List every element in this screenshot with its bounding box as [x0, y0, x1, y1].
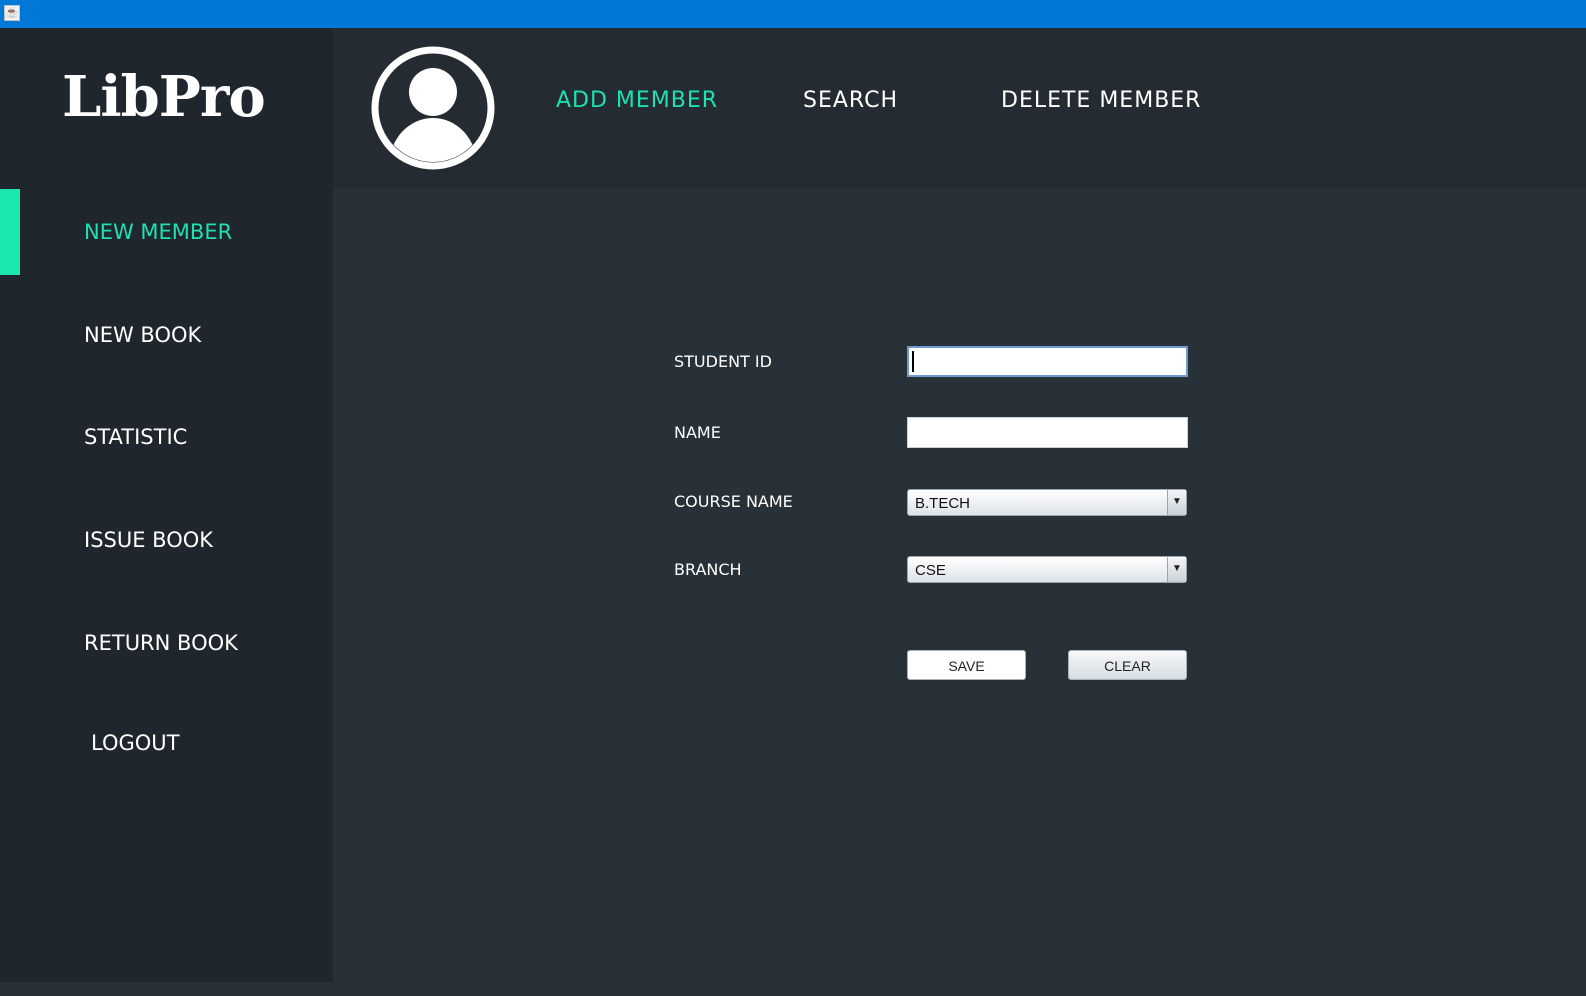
tab-search[interactable]: SEARCH — [803, 88, 898, 113]
branch-value: CSE — [915, 562, 946, 579]
clear-button[interactable]: CLEAR — [1068, 650, 1187, 680]
sidebar: LibPro NEW MEMBER NEW BOOK STATISTIC ISS… — [0, 28, 333, 982]
student-id-label: STUDENT ID — [674, 352, 772, 371]
tab-add-member[interactable]: ADD MEMBER — [556, 88, 718, 113]
sidebar-item-statistic[interactable]: STATISTIC — [84, 425, 187, 449]
branch-label: BRANCH — [674, 560, 742, 579]
tab-delete-member[interactable]: DELETE MEMBER — [1001, 88, 1201, 113]
sidebar-item-logout[interactable]: LOGOUT — [91, 731, 179, 755]
sidebar-item-issue-book[interactable]: ISSUE BOOK — [84, 528, 213, 552]
app-logo: LibPro — [62, 64, 266, 130]
student-id-field[interactable] — [907, 346, 1188, 377]
text-caret — [912, 351, 914, 372]
course-name-label: COURSE NAME — [674, 492, 793, 511]
user-profile-icon — [371, 46, 495, 170]
chevron-down-icon[interactable]: ▼ — [1167, 557, 1186, 582]
java-cup-icon[interactable]: ☕ — [4, 5, 20, 21]
branch-select[interactable]: CSE ▼ — [907, 556, 1187, 583]
top-bar — [333, 28, 1586, 188]
course-name-value: B.TECH — [915, 495, 971, 512]
name-field[interactable] — [907, 417, 1188, 448]
sidebar-item-new-book[interactable]: NEW BOOK — [84, 323, 201, 347]
name-label: NAME — [674, 423, 721, 442]
window-title-bar: ☕ — [0, 0, 1586, 28]
sidebar-item-new-member[interactable]: NEW MEMBER — [84, 220, 232, 244]
sidebar-item-return-book[interactable]: RETURN BOOK — [84, 631, 238, 655]
course-name-select[interactable]: B.TECH ▼ — [907, 489, 1187, 516]
chevron-down-icon[interactable]: ▼ — [1167, 490, 1186, 515]
active-item-indicator — [0, 189, 20, 275]
save-button[interactable]: SAVE — [907, 650, 1026, 680]
window-bottom-edge — [0, 982, 1586, 996]
